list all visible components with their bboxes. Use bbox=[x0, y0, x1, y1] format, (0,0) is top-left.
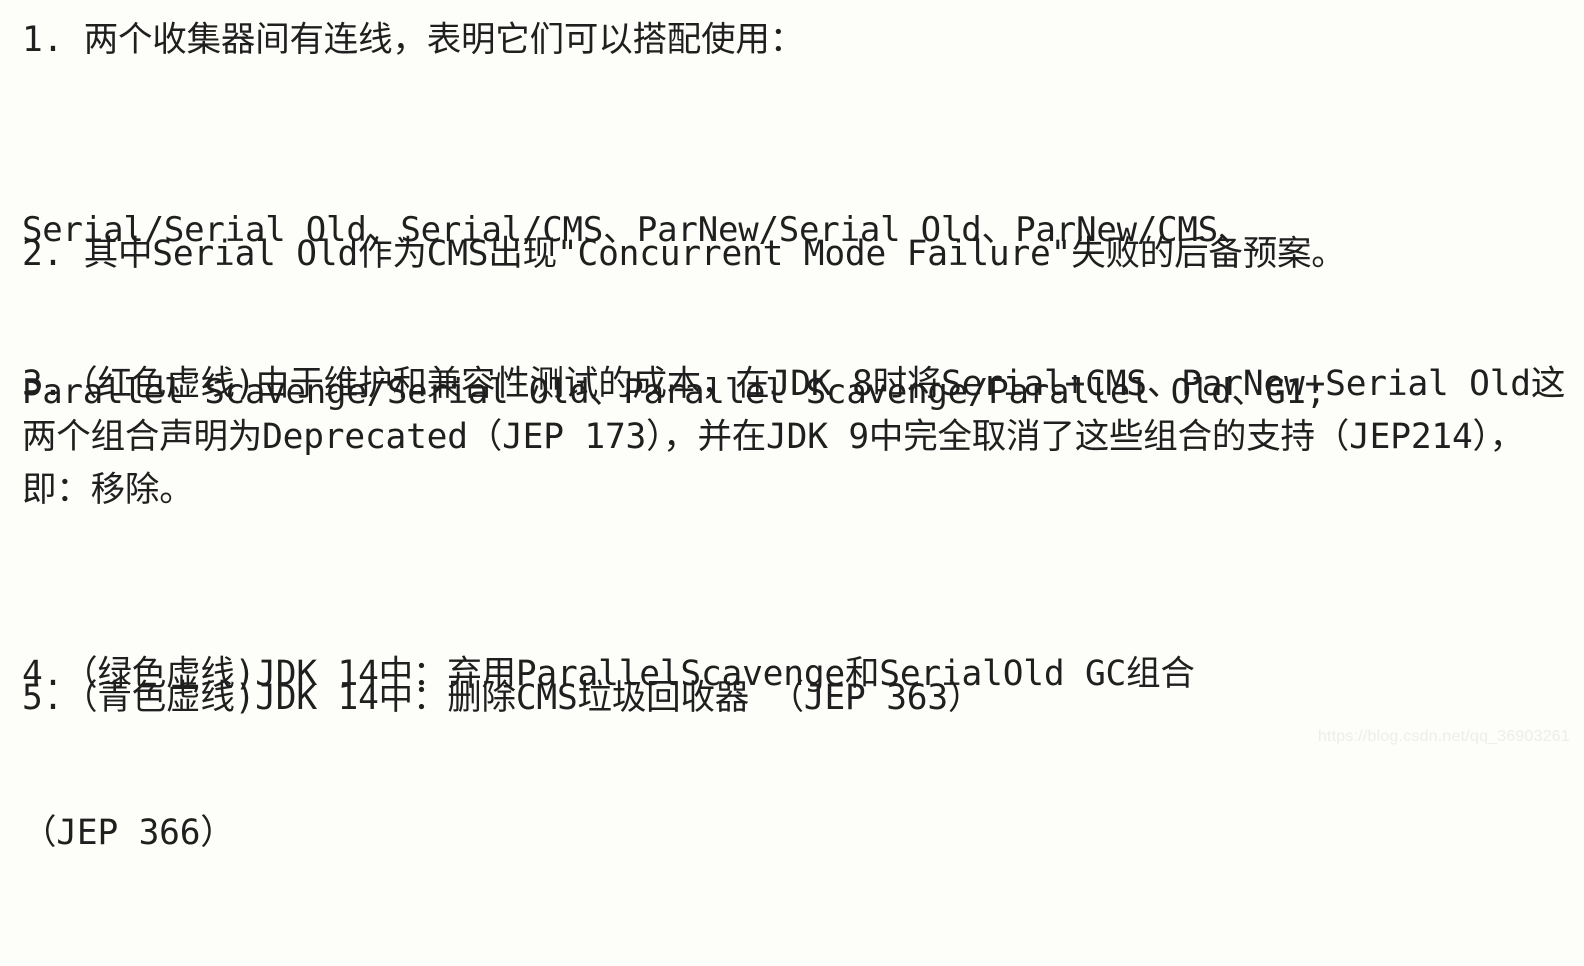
list-item-1: 1. 两个收集器间有连线，表明它们可以搭配使用： bbox=[22, 20, 805, 60]
list-item-4: 4.（绿色虚线)JDK 14中：弃用ParallelScavenge和Seria… bbox=[22, 542, 1578, 966]
csdn-watermark: https://blog.csdn.net/qq_36903261 bbox=[1317, 728, 1570, 745]
document-page: 1. 两个收集器间有连线，表明它们可以搭配使用： Serial/Serial O… bbox=[0, 0, 1584, 853]
list-item-3: 3.（红色虚线)由于维护和兼容性测试的成本，在JDK 8时将Serial+CMS… bbox=[22, 364, 1566, 510]
list-item-2: 2. 其中Serial Old作为CMS出现"Concurrent Mode F… bbox=[22, 234, 1346, 274]
list-item-5: 5.（青色虚线)JDK 14中：删除CMS垃圾回收器 （JEP 363） bbox=[22, 678, 983, 718]
list-item-4-line-2: （JEP 366） bbox=[22, 813, 235, 853]
